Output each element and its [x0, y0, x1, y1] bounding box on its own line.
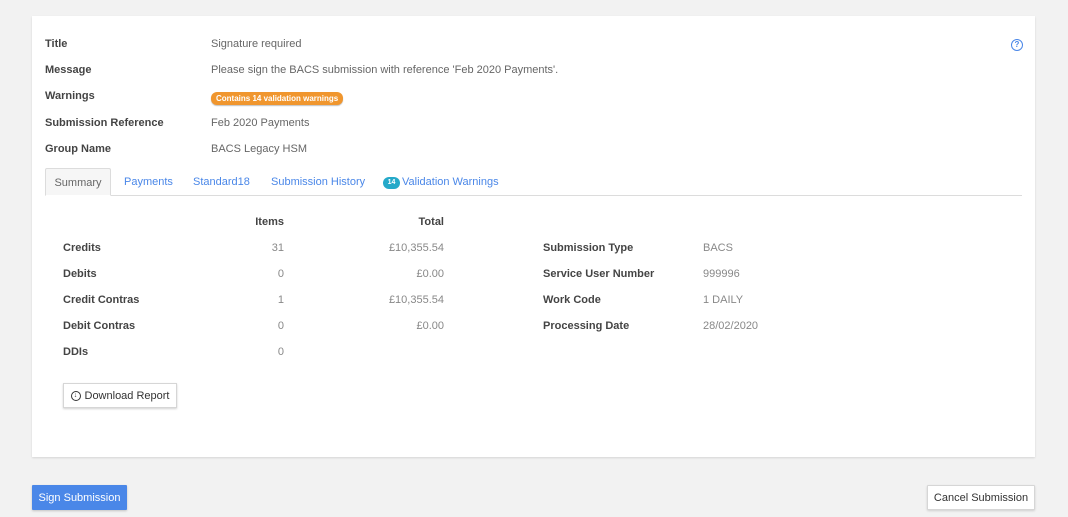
download-report-button[interactable]: ↓ Download Report	[63, 383, 177, 408]
submission-type-label: Submission Type	[543, 242, 634, 254]
row-label-debit-contras: Debit Contras	[63, 320, 136, 332]
tab-submission-history[interactable]: Submission History	[271, 168, 365, 196]
download-circle-icon: ↓	[70, 390, 81, 401]
cancel-submission-button[interactable]: Cancel Submission	[927, 485, 1035, 510]
items-header: Items	[255, 216, 284, 228]
tab-summary[interactable]: Summary	[45, 168, 111, 196]
debit-contras-items: 0	[277, 320, 284, 332]
download-report-label: Download Report	[84, 389, 170, 402]
message-label: Message	[45, 64, 92, 76]
submission-reference-value: Feb 2020 Payments	[211, 117, 310, 129]
tab-standard18[interactable]: Standard18	[193, 168, 250, 196]
validation-warnings-count-badge: 14	[383, 177, 400, 189]
warnings-label: Warnings	[45, 90, 95, 102]
work-code-label: Work Code	[543, 294, 601, 306]
help-icon[interactable]: ?	[1011, 39, 1023, 51]
message-value: Please sign the BACS submission with ref…	[211, 64, 559, 76]
credit-contras-items: 1	[277, 294, 284, 306]
service-user-number-value: 999996	[703, 268, 740, 280]
credits-total: £10,355.54	[388, 242, 444, 254]
group-name-value: BACS Legacy HSM	[211, 143, 307, 155]
ddis-items: 0	[277, 346, 284, 358]
row-label-credit-contras: Credit Contras	[63, 294, 140, 306]
credits-items: 31	[271, 242, 284, 254]
row-label-credits: Credits	[63, 242, 101, 254]
tab-validation-warnings-label: Validation Warnings	[402, 176, 499, 188]
tab-payments[interactable]: Payments	[124, 168, 173, 196]
row-label-debits: Debits	[63, 268, 97, 280]
debits-items: 0	[277, 268, 284, 280]
processing-date-value: 28/02/2020	[703, 320, 759, 332]
submission-reference-label: Submission Reference	[45, 117, 164, 129]
tab-bar: Summary Payments Standard18 Submission H…	[45, 168, 1022, 196]
credit-contras-total: £10,355.54	[388, 294, 444, 306]
debits-total: £0.00	[416, 268, 444, 280]
group-name-label: Group Name	[45, 143, 112, 155]
service-user-number-label: Service User Number	[543, 268, 655, 280]
row-label-ddis: DDIs	[63, 346, 89, 358]
work-code-value: 1 DAILY	[703, 294, 744, 306]
sign-submission-button[interactable]: Sign Submission	[32, 485, 127, 510]
title-value: Signature required	[211, 38, 302, 50]
title-label: Title	[45, 38, 68, 50]
debit-contras-total: £0.00	[416, 320, 444, 332]
warnings-badge: Contains 14 validation warnings	[211, 92, 344, 105]
submission-card: ? Title Signature required Message Pleas…	[32, 16, 1035, 457]
submission-type-value: BACS	[703, 242, 733, 254]
processing-date-label: Processing Date	[543, 320, 630, 332]
total-header: Total	[418, 216, 444, 228]
tab-validation-warnings[interactable]: 14 Validation Warnings	[383, 168, 499, 196]
